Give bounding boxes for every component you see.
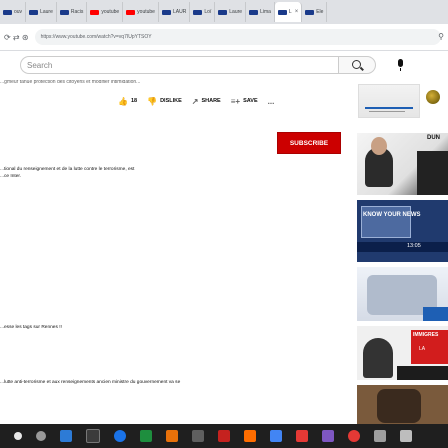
browser-tab[interactable]: Racis [57,2,88,22]
app-icon[interactable] [400,430,412,442]
edge-icon[interactable] [114,430,126,442]
browser-tab[interactable]: Lima [246,2,275,22]
youtube-masthead: Search [0,51,448,79]
tab-label: Loï [204,9,212,15]
search-icon[interactable] [36,431,46,441]
search-icon [352,60,361,69]
save-label: SAVE [243,98,258,104]
tab-label: Laure [229,9,243,15]
video-actions: 👍 18 👎 DISLIKE ↗ SHARE ≡+ SAVE ... [118,94,284,108]
url-text: https://www.youtube.com/watch?v=vq7IUpYT… [40,34,152,40]
thumbnail-label: KNOW YOUR NEWS [363,212,421,218]
windows-taskbar [0,424,448,448]
subscribe-button[interactable]: SUBSCRIBE [277,132,341,154]
app-icon[interactable] [270,430,282,442]
app-icon[interactable] [244,430,256,442]
address-bar-row: ⟳ ⇄ ⊛ https://www.youtube.com/watch?v=vq… [0,24,448,51]
mail-icon[interactable] [166,430,178,442]
channel-avatar[interactable] [426,90,440,104]
comment-text: ...esse les tags sur Rennes !! [0,325,62,330]
youtube-favicon-icon [126,9,136,15]
browser-tab-active[interactable]: L × [274,2,303,22]
more-actions-button[interactable]: ... [268,97,275,106]
browser-tab[interactable]: Laure [215,2,247,22]
comment-text: ...ce Inter. [0,174,22,179]
thumb-down-icon: 👎 [147,96,158,106]
tab-label: L [288,9,292,15]
browser-tab-strip: ouv Laure Racis youtube youtube LAUR Loï… [0,0,448,24]
browser-tab[interactable]: youtube [87,2,124,22]
tab-label: Racis [70,9,84,15]
dislike-label: DISLIKE [160,98,182,104]
ouest-france-favicon-icon [161,9,171,15]
app-icon[interactable] [192,430,204,442]
save-button[interactable]: ≡+ SAVE [231,97,258,106]
ouest-france-favicon-icon [277,9,287,15]
dislike-button[interactable]: 👎 DISLIKE [147,97,182,106]
like-button[interactable]: 👍 18 [118,97,137,106]
recommended-video-thumbnail[interactable] [357,267,448,321]
sidebar-ad-thumbnail[interactable] [358,84,420,118]
comment-text: ...lutte anti-terrorisme et aux renseign… [0,380,181,385]
microphone-icon[interactable] [398,59,403,71]
youtube-favicon-icon [90,9,100,15]
share-label: SHARE [201,98,221,104]
file-explorer-icon[interactable] [86,429,100,443]
url-field[interactable]: https://www.youtube.com/watch?v=vq7IUpYT… [34,29,441,45]
share-button[interactable]: ↗ SHARE [192,97,221,106]
thumbnail-label: DUN [427,135,440,141]
recommended-video-thumbnail[interactable] [357,385,448,425]
ouest-france-favicon-icon [249,9,259,15]
store-icon[interactable] [140,430,152,442]
ouest-france-favicon-icon [59,9,69,15]
ouest-france-favicon-icon [193,9,203,15]
browser-tab[interactable]: ouv [0,2,27,22]
like-count: 18 [130,98,138,104]
browser-tab[interactable]: Loï [190,2,216,22]
tab-label: ouv [14,9,23,15]
search-placeholder: Search [27,60,53,70]
tab-label: LAUR [172,9,187,15]
browser-tab[interactable]: youtube [123,2,159,22]
app-icon[interactable] [296,430,308,442]
task-view-icon[interactable] [60,430,72,442]
tab-label: Laure [40,9,53,15]
ouest-france-favicon-icon [305,9,315,15]
comment-text: ...tional du renseignement et de la lutt… [0,167,135,172]
thumb-up-icon: 👍 [118,96,128,106]
browser-tab[interactable]: Ele [302,2,328,22]
app-icon[interactable] [218,430,230,442]
app-icon[interactable] [374,430,386,442]
recommended-video-thumbnail[interactable]: IMMIGRES LA [357,326,448,380]
thumbnail-label: IMMIGRES [413,332,439,338]
extension-icon[interactable]: ⚲ [438,32,444,41]
video-duration: 13:05 [407,243,421,249]
windows-icon[interactable] [14,432,22,440]
tab-label: youtube [137,9,155,15]
playlist-add-icon: ≡+ [230,96,241,106]
app-icon[interactable] [348,430,360,442]
browser-tab[interactable]: LAUR [159,2,191,22]
tab-label: Ele [316,9,324,15]
thumbnail-sublabel: LA [419,346,426,352]
search-button[interactable] [338,56,376,74]
share-icon: ↗ [191,96,199,106]
browser-tab[interactable]: Laure [26,2,57,22]
ouest-france-favicon-icon [3,9,12,15]
recommended-video-thumbnail[interactable]: KNOW YOUR NEWS 13:05 [357,200,448,262]
ouest-france-favicon-icon [218,9,228,15]
video-description-fragment: ...gmeur tanue protection des citoyens e… [0,80,141,85]
close-tab-icon[interactable]: × [295,9,299,15]
ouest-france-favicon-icon [29,9,39,15]
app-icon[interactable] [322,430,334,442]
search-input[interactable]: Search [20,56,338,74]
browser-nav-icons[interactable]: ⟳ ⇄ ⊛ [4,33,29,42]
tab-label: youtube [101,9,120,15]
tab-label: Lima [260,9,271,15]
recommended-video-thumbnail[interactable]: DUN [357,133,448,195]
